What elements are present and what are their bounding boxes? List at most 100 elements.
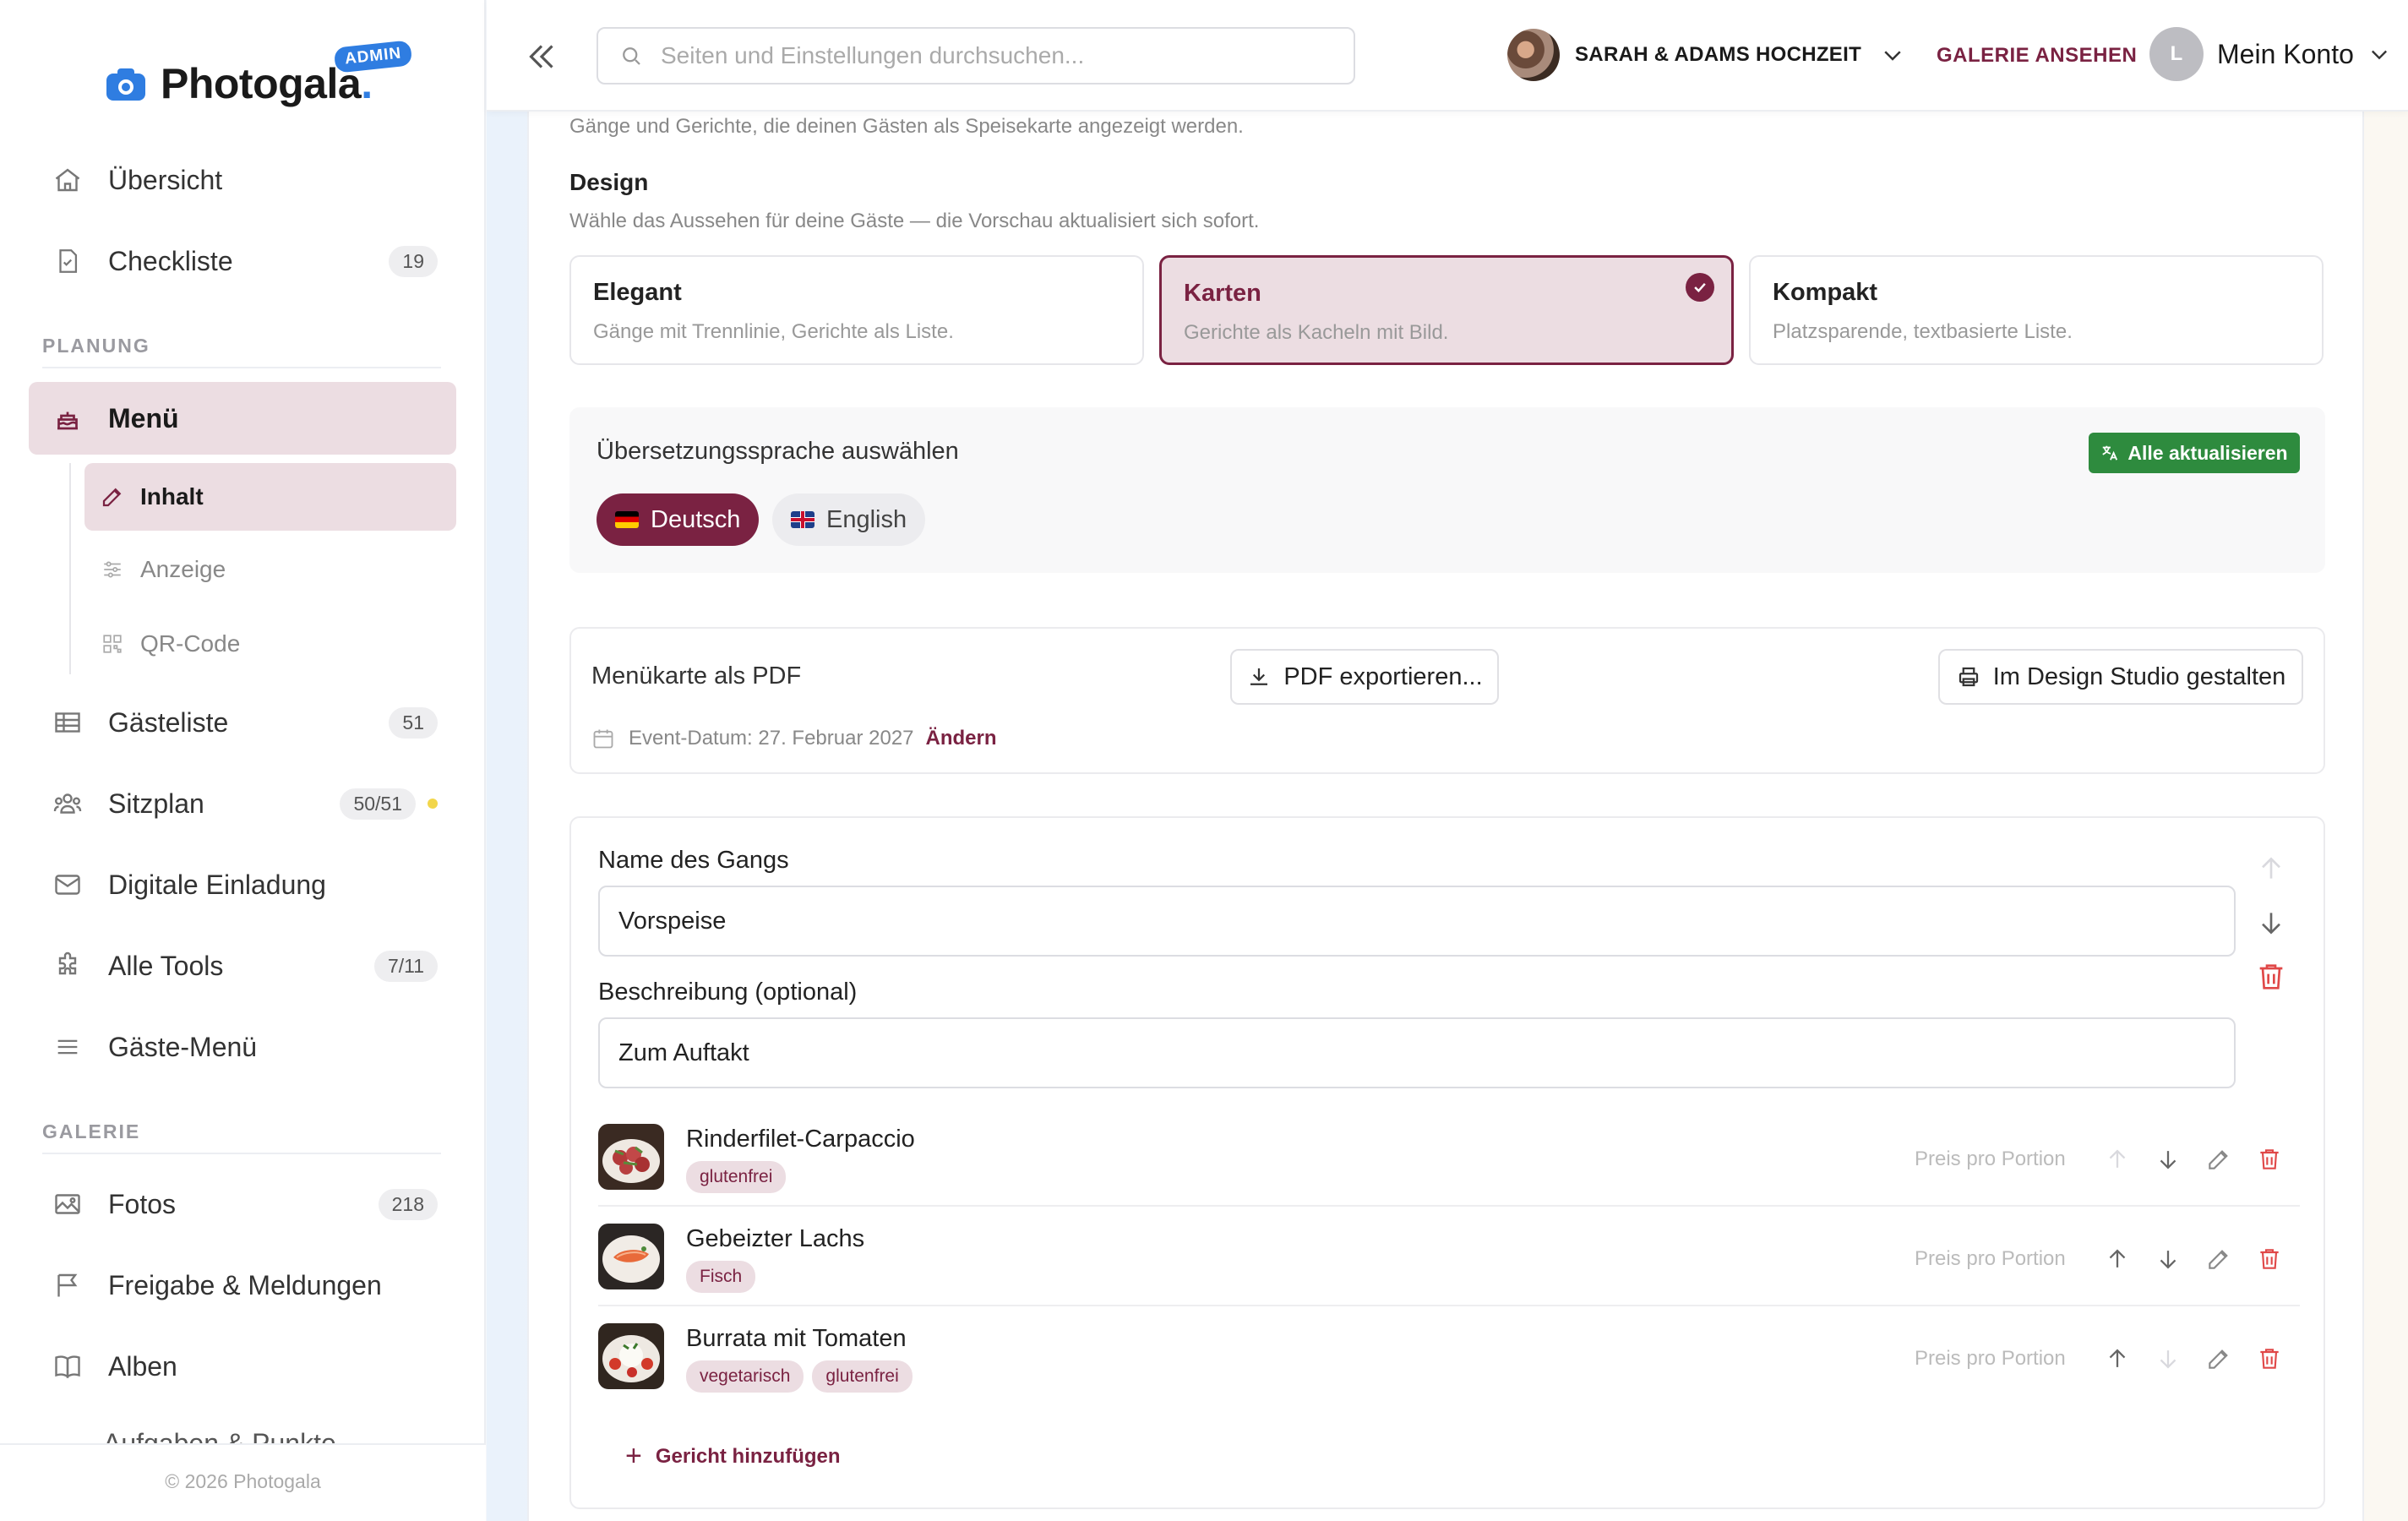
translation-section xyxy=(569,407,2325,573)
language-pill-de[interactable]: Deutsch xyxy=(597,493,760,546)
sidebar-item-checklist[interactable]: Checkliste 19 xyxy=(29,225,456,297)
mail-icon xyxy=(51,868,84,902)
sidebar-item-label: Menü xyxy=(108,402,179,433)
sidebar-item-label: Alben xyxy=(108,1350,177,1382)
sidebar-item-tools[interactable]: Alle Tools 7/11 xyxy=(29,930,456,1002)
translate-icon xyxy=(2102,445,2118,461)
edit-button[interactable] xyxy=(2202,1142,2236,1176)
edit-button[interactable] xyxy=(2202,1342,2236,1376)
move-down-button[interactable] xyxy=(2151,1342,2185,1376)
move-up-button[interactable] xyxy=(2100,1242,2134,1276)
sidebar-subitem-display[interactable]: Anzeige xyxy=(84,536,456,603)
logo[interactable]: Photogala. xyxy=(106,59,373,108)
printer-icon xyxy=(1956,664,1981,690)
trash-icon xyxy=(2260,1249,2279,1269)
dish-tags: Fisch xyxy=(686,1261,764,1293)
dish-row: Rinderfilet-Carpaccio glutenfrei Preis p… xyxy=(598,1107,2300,1207)
translation-heading: Übersetzungssprache auswählen xyxy=(597,438,959,465)
course-delete-button[interactable] xyxy=(2254,960,2288,998)
account-menu[interactable]: L Mein Konto xyxy=(2149,27,2391,81)
course-description-label: Beschreibung (optional) xyxy=(598,979,858,1006)
event-name: SARAH & ADAMS HOCHZEIT xyxy=(1575,43,1862,66)
download-icon xyxy=(1246,664,1272,690)
add-dish-button[interactable]: + Gericht hinzufügen xyxy=(625,1440,841,1473)
view-gallery-link[interactable]: GALERIE ANSEHEN xyxy=(1937,44,2137,68)
move-down-button[interactable] xyxy=(2151,1142,2185,1176)
design-option-elegant[interactable]: Elegant Gänge mit Trennlinie, Gerichte a… xyxy=(569,255,1144,365)
collapse-sidebar-button[interactable] xyxy=(520,35,563,78)
delete-button[interactable] xyxy=(2253,1342,2286,1376)
language-pill-en[interactable]: English xyxy=(772,493,926,546)
move-up-button[interactable] xyxy=(2100,1342,2134,1376)
german-flag-icon xyxy=(615,511,639,528)
design-studio-button[interactable]: Im Design Studio gestalten xyxy=(1938,649,2303,705)
chevron-down-icon xyxy=(1884,51,1901,61)
course-move-down-button[interactable] xyxy=(2254,906,2288,944)
count-badge: 51 xyxy=(389,706,438,739)
sidebar-item-label: Gäste-Menü xyxy=(108,1031,258,1062)
move-down-button[interactable] xyxy=(2151,1242,2185,1276)
check-icon xyxy=(1686,273,1714,302)
submenu-line xyxy=(69,463,71,674)
trash-icon xyxy=(2259,964,2283,989)
delete-button[interactable] xyxy=(2253,1142,2286,1176)
dish-actions xyxy=(2100,1342,2303,1376)
home-icon xyxy=(51,163,84,197)
uk-flag-icon xyxy=(791,511,814,528)
dish-thumbnail xyxy=(598,1124,664,1190)
sidebar-item-albums[interactable]: Alben xyxy=(29,1330,456,1403)
sidebar-subitem-qr[interactable]: QR-Code xyxy=(84,610,456,678)
course-name-input[interactable] xyxy=(598,886,2236,957)
sidebar-subitem-label: QR-Code xyxy=(140,630,241,657)
course-description-input[interactable] xyxy=(598,1017,2236,1088)
sidebar-item-label: Übersicht xyxy=(108,164,223,195)
puzzle-icon xyxy=(51,949,84,983)
price-placeholder[interactable]: Preis pro Portion xyxy=(1915,1347,2066,1371)
dish-tag: glutenfrei xyxy=(812,1360,913,1393)
sidebar-item-guest-menu[interactable]: Gäste-Menü xyxy=(29,1011,456,1083)
event-avatar xyxy=(1507,29,1560,81)
sidebar-item-overview[interactable]: Übersicht xyxy=(29,144,456,216)
divider xyxy=(42,1153,441,1154)
sidebar-item-moderation[interactable]: Freigabe & Meldungen xyxy=(29,1249,456,1322)
edit-button[interactable] xyxy=(2202,1242,2236,1276)
sidebar-item-menu[interactable]: Menü xyxy=(29,382,456,455)
sidebar-item-label: Freigabe & Meldungen xyxy=(108,1269,382,1300)
sidebar-subitem-content[interactable]: Inhalt xyxy=(84,463,456,531)
sidebar-item-invitation[interactable]: Digitale Einladung xyxy=(29,848,456,921)
sidebar-item-label: Sitzplan xyxy=(108,788,204,819)
event-selector[interactable]: SARAH & ADAMS HOCHZEIT xyxy=(1507,29,1905,81)
intro-text: Gänge und Gerichte, die deinen Gästen al… xyxy=(569,115,1244,138)
move-up-button[interactable] xyxy=(2100,1142,2134,1176)
qr-code-icon xyxy=(100,631,125,657)
search-box[interactable] xyxy=(597,27,1355,84)
pencil-icon xyxy=(2209,1349,2228,1369)
sidebar-item-tasks[interactable]: Aufgaben & Punkte xyxy=(51,1428,336,1445)
course-name-label: Name des Gangs xyxy=(598,847,789,874)
design-option-cards[interactable]: Karten Gerichte als Kacheln mit Bild. xyxy=(1159,255,1734,365)
price-placeholder[interactable]: Preis pro Portion xyxy=(1915,1148,2066,1171)
sliders-icon xyxy=(100,557,125,582)
sidebar-item-photos[interactable]: Fotos 218 xyxy=(29,1168,456,1240)
course-move-up-button[interactable] xyxy=(2254,852,2288,890)
update-all-button[interactable]: Alle aktualisieren xyxy=(2089,433,2300,473)
sidebar-item-guestlist[interactable]: Gästeliste 51 xyxy=(29,686,456,759)
delete-button[interactable] xyxy=(2253,1242,2286,1276)
divider xyxy=(42,367,441,368)
sidebar-item-label: Fotos xyxy=(108,1188,177,1219)
count-badge: 218 xyxy=(378,1188,438,1220)
price-placeholder[interactable]: Preis pro Portion xyxy=(1915,1247,2066,1271)
export-pdf-button[interactable]: PDF exportieren... xyxy=(1230,649,1499,705)
sidebar-subitem-label: Anzeige xyxy=(140,556,226,582)
change-date-link[interactable]: Ändern xyxy=(926,727,997,750)
pencil-icon xyxy=(2209,1250,2228,1269)
chevron-down-icon xyxy=(2371,50,2387,60)
sidebar-item-seating[interactable]: Sitzplan 50/51 xyxy=(29,767,456,840)
arrow-down-icon xyxy=(2160,1350,2176,1369)
arrow-down-icon xyxy=(2160,1151,2176,1169)
design-option-desc: Gerichte als Kacheln mit Bild. xyxy=(1184,321,1449,344)
search-input[interactable] xyxy=(661,42,1337,69)
count-badge: 19 xyxy=(389,245,438,277)
trash-icon xyxy=(2260,1349,2279,1369)
design-option-compact[interactable]: Kompakt Platzsparende, textbasierte List… xyxy=(1749,255,2324,365)
